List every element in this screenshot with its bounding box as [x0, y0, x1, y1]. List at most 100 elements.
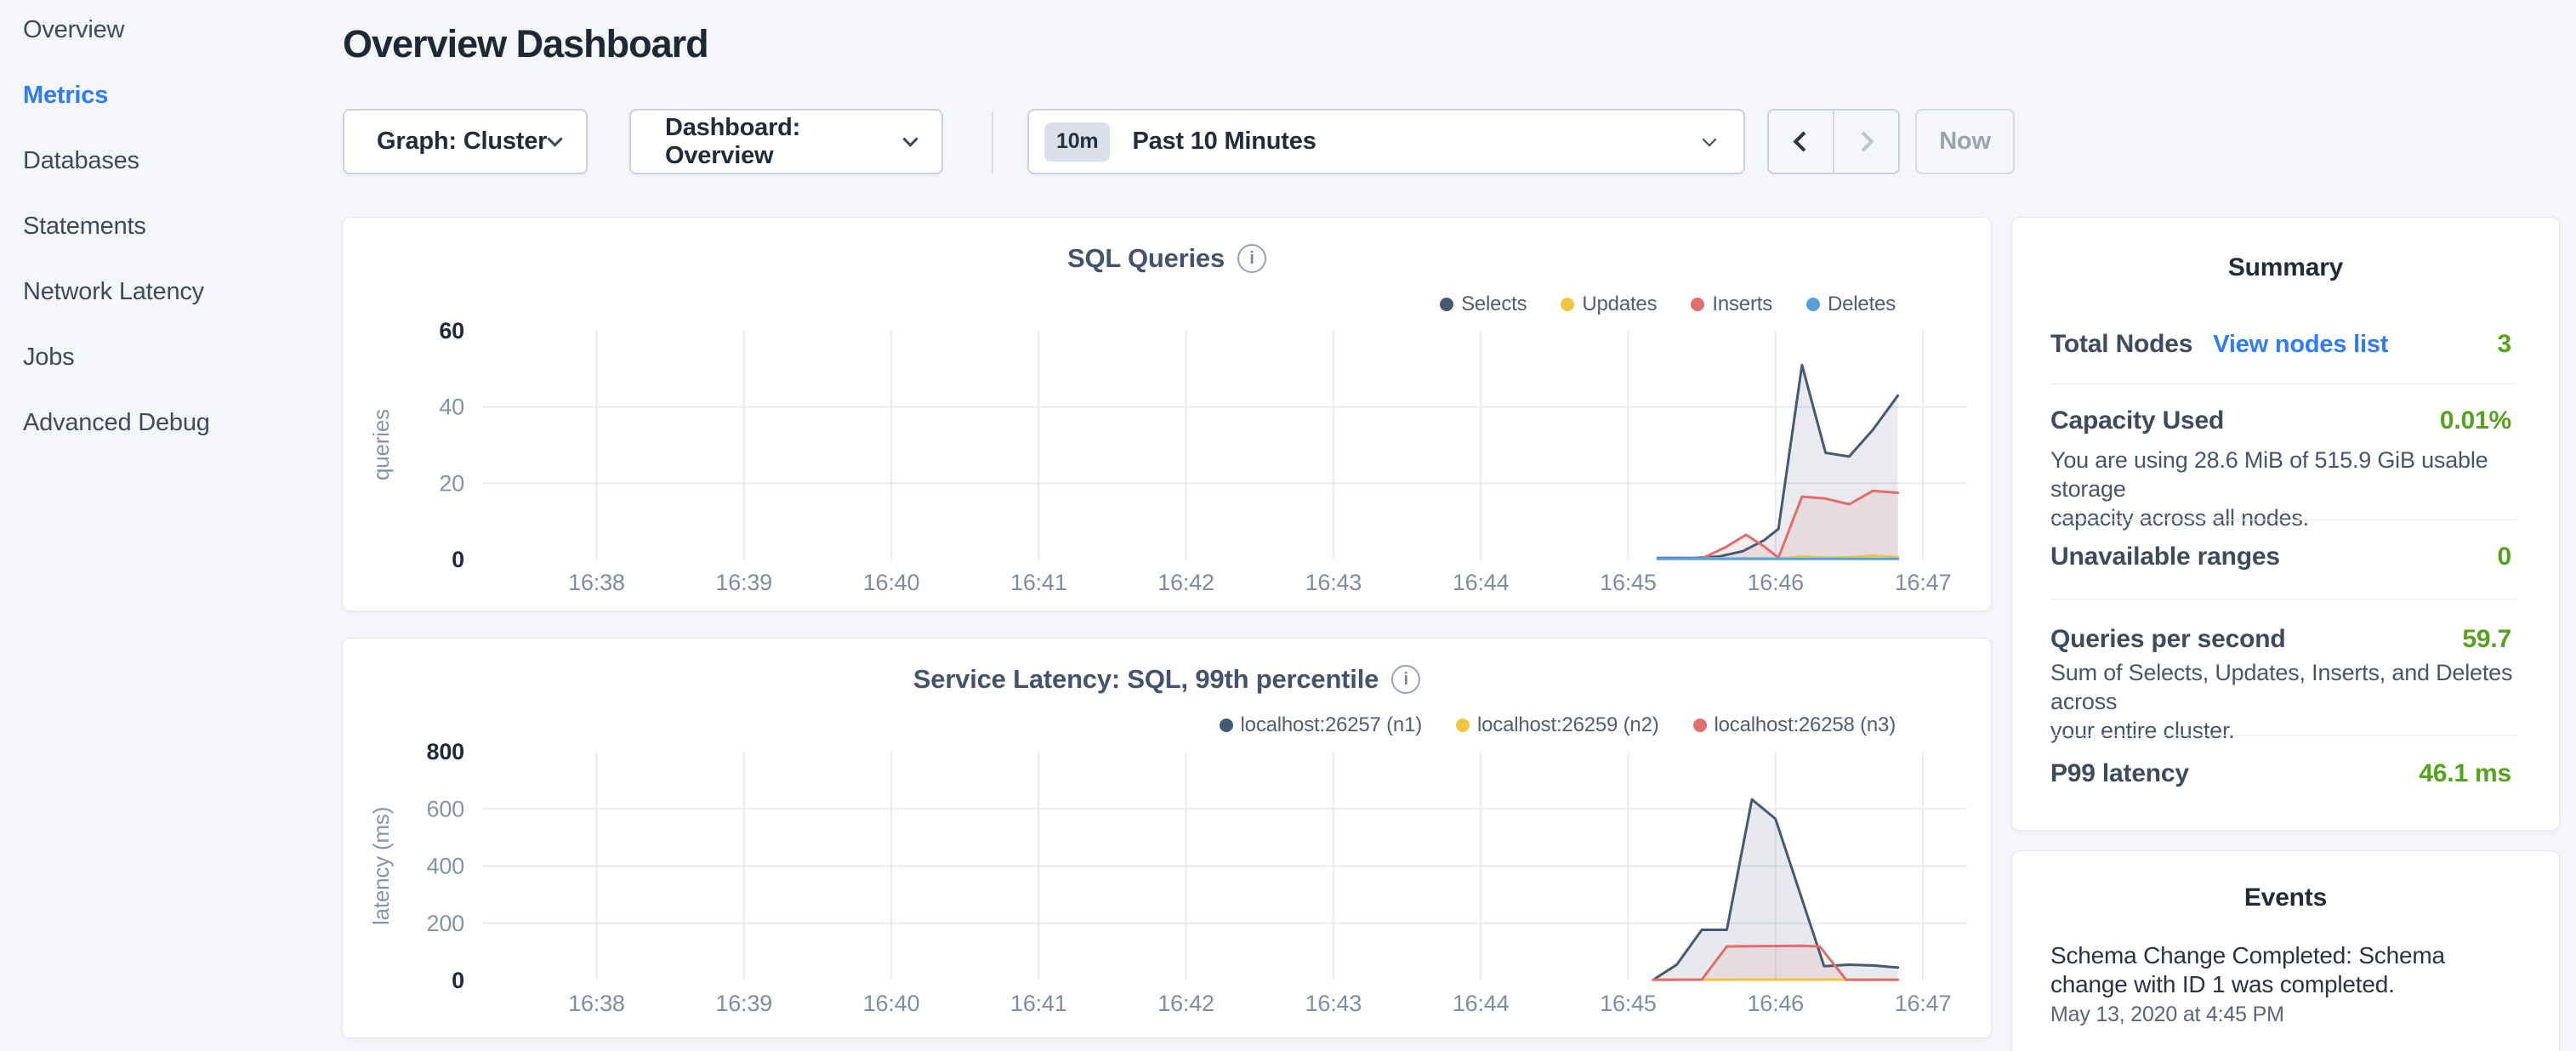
stat-label: Capacity Used [2050, 406, 2224, 435]
stat-value: 0.01% [2440, 406, 2511, 435]
svg-text:0: 0 [452, 547, 464, 572]
time-step-buttons [1767, 109, 1900, 174]
sidebar-item-advanced-debug[interactable]: Advanced Debug [23, 410, 210, 435]
stat-label: Queries per second [2050, 625, 2286, 654]
legend-label: Updates [1582, 293, 1657, 316]
sidebar: Overview Metrics Databases Statements Ne… [0, 0, 340, 1051]
legend-item[interactable]: Selects [1440, 293, 1527, 316]
capacity-used-row: Capacity Used 0.01% [2050, 406, 2511, 435]
legend-label: Inserts [1712, 293, 1772, 316]
stat-value: 46.1 ms [2419, 759, 2511, 788]
stat-value: 0 [2498, 543, 2512, 571]
events-title: Events [2012, 883, 2559, 912]
unavailable-ranges-row: Unavailable ranges 0 [2050, 543, 2511, 571]
stat-value: 59.7 [2462, 625, 2511, 654]
sql-queries-plot[interactable]: 020406016:3816:3916:4016:4116:4216:4316:… [377, 320, 1976, 609]
svg-text:0: 0 [452, 968, 464, 993]
info-icon[interactable]: i [1391, 665, 1420, 694]
service-latency-plot[interactable]: 020040060080016:3816:3916:4016:4116:4216… [377, 741, 1976, 1030]
svg-text:800: 800 [427, 741, 464, 764]
chart-legend: Selects Updates Inserts Deletes [1440, 293, 1896, 316]
legend-dot-icon [1440, 298, 1453, 311]
time-range-picker[interactable]: 10m Past 10 Minutes [1027, 109, 1745, 174]
legend-item[interactable]: Inserts [1691, 293, 1772, 316]
legend-label: Selects [1461, 293, 1527, 316]
view-nodes-link[interactable]: View nodes list [2213, 331, 2388, 359]
stat-value: 3 [2498, 330, 2512, 359]
event-text: Schema Change Completed: Schema change w… [2050, 941, 2493, 999]
legend-dot-icon [1456, 719, 1470, 732]
now-button[interactable]: Now [1915, 109, 2015, 174]
summary-title: Summary [2012, 253, 2559, 282]
info-icon[interactable]: i [1237, 244, 1266, 273]
legend-dot-icon [1220, 719, 1233, 732]
summary-panel: Summary Total Nodes View nodes list 3 Ca… [2011, 217, 2560, 831]
svg-text:40: 40 [439, 395, 464, 420]
chart-title: SQL Queries [1067, 243, 1225, 274]
sidebar-item-metrics[interactable]: Metrics [23, 82, 108, 108]
svg-text:16:46: 16:46 [1747, 991, 1804, 1016]
sidebar-item-statements[interactable]: Statements [23, 213, 146, 239]
prev-time-button[interactable] [1769, 111, 1834, 173]
toolbar-divider [992, 112, 993, 173]
dashboard-select[interactable]: Dashboard: Overview [629, 109, 943, 174]
chart-title: Service Latency: SQL, 99th percentile [913, 664, 1379, 695]
divider [2050, 383, 2516, 384]
sidebar-item-databases[interactable]: Databases [23, 148, 139, 173]
svg-text:400: 400 [427, 854, 464, 879]
chevron-down-icon [1703, 132, 1717, 146]
legend-label: localhost:26258 (n3) [1714, 713, 1896, 737]
legend-item[interactable]: Updates [1561, 293, 1657, 316]
svg-text:60: 60 [439, 320, 464, 344]
chart-legend: localhost:26257 (n1) localhost:26259 (n2)… [1220, 713, 1896, 737]
service-latency-chart-card: Service Latency: SQL, 99th percentile i … [342, 638, 1992, 1038]
svg-text:200: 200 [427, 911, 464, 936]
svg-text:20: 20 [439, 470, 464, 496]
legend-dot-icon [1693, 719, 1707, 732]
legend-item[interactable]: localhost:26259 (n2) [1456, 713, 1658, 737]
svg-text:16:42: 16:42 [1157, 570, 1214, 595]
legend-item[interactable]: Deletes [1806, 293, 1896, 316]
svg-text:16:44: 16:44 [1453, 570, 1510, 595]
p99-latency-row: P99 latency 46.1 ms [2050, 759, 2511, 788]
svg-text:16:41: 16:41 [1010, 570, 1067, 595]
svg-text:16:43: 16:43 [1305, 991, 1362, 1016]
legend-item[interactable]: localhost:26258 (n3) [1693, 713, 1896, 737]
svg-text:16:46: 16:46 [1747, 570, 1804, 595]
legend-dot-icon [1561, 298, 1574, 311]
next-time-button[interactable] [1834, 111, 1898, 173]
svg-text:16:38: 16:38 [568, 570, 625, 595]
sidebar-item-jobs[interactable]: Jobs [23, 344, 74, 370]
svg-text:16:39: 16:39 [715, 991, 772, 1016]
svg-text:16:40: 16:40 [863, 570, 920, 595]
stat-label: Total Nodes [2050, 330, 2192, 359]
divider [2050, 735, 2516, 736]
graph-select-label: Graph: Cluster [377, 128, 547, 156]
sidebar-item-overview[interactable]: Overview [23, 17, 124, 43]
stat-description: Sum of Selects, Updates, Inserts, and De… [2050, 658, 2516, 745]
svg-text:16:47: 16:47 [1895, 570, 1952, 595]
svg-text:600: 600 [427, 796, 464, 821]
legend-label: Deletes [1828, 293, 1896, 316]
legend-label: localhost:26259 (n2) [1477, 713, 1658, 737]
svg-text:16:41: 16:41 [1010, 991, 1067, 1016]
time-range-label: Past 10 Minutes [1132, 128, 1316, 156]
legend-dot-icon [1806, 298, 1820, 311]
sidebar-item-network-latency[interactable]: Network Latency [23, 279, 204, 304]
page-title: Overview Dashboard [343, 22, 708, 66]
svg-text:16:42: 16:42 [1157, 991, 1214, 1016]
graph-select[interactable]: Graph: Cluster [343, 109, 588, 174]
events-panel: Events Schema Change Completed: Schema c… [2011, 850, 2560, 1051]
chevron-left-icon [1793, 131, 1813, 151]
time-range-badge: 10m [1044, 122, 1110, 162]
legend-dot-icon [1691, 298, 1704, 311]
dashboard-select-label: Dashboard: Overview [665, 114, 905, 170]
total-nodes-row: Total Nodes View nodes list 3 [2050, 330, 2511, 359]
chevron-down-icon [547, 131, 562, 146]
svg-text:16:40: 16:40 [863, 991, 920, 1016]
sql-queries-chart-card: SQL Queries i Selects Updates Inserts Delet… [342, 217, 1992, 611]
svg-text:16:43: 16:43 [1305, 570, 1362, 595]
svg-text:16:44: 16:44 [1453, 991, 1510, 1016]
legend-item[interactable]: localhost:26257 (n1) [1220, 713, 1422, 737]
legend-label: localhost:26257 (n1) [1241, 713, 1422, 737]
